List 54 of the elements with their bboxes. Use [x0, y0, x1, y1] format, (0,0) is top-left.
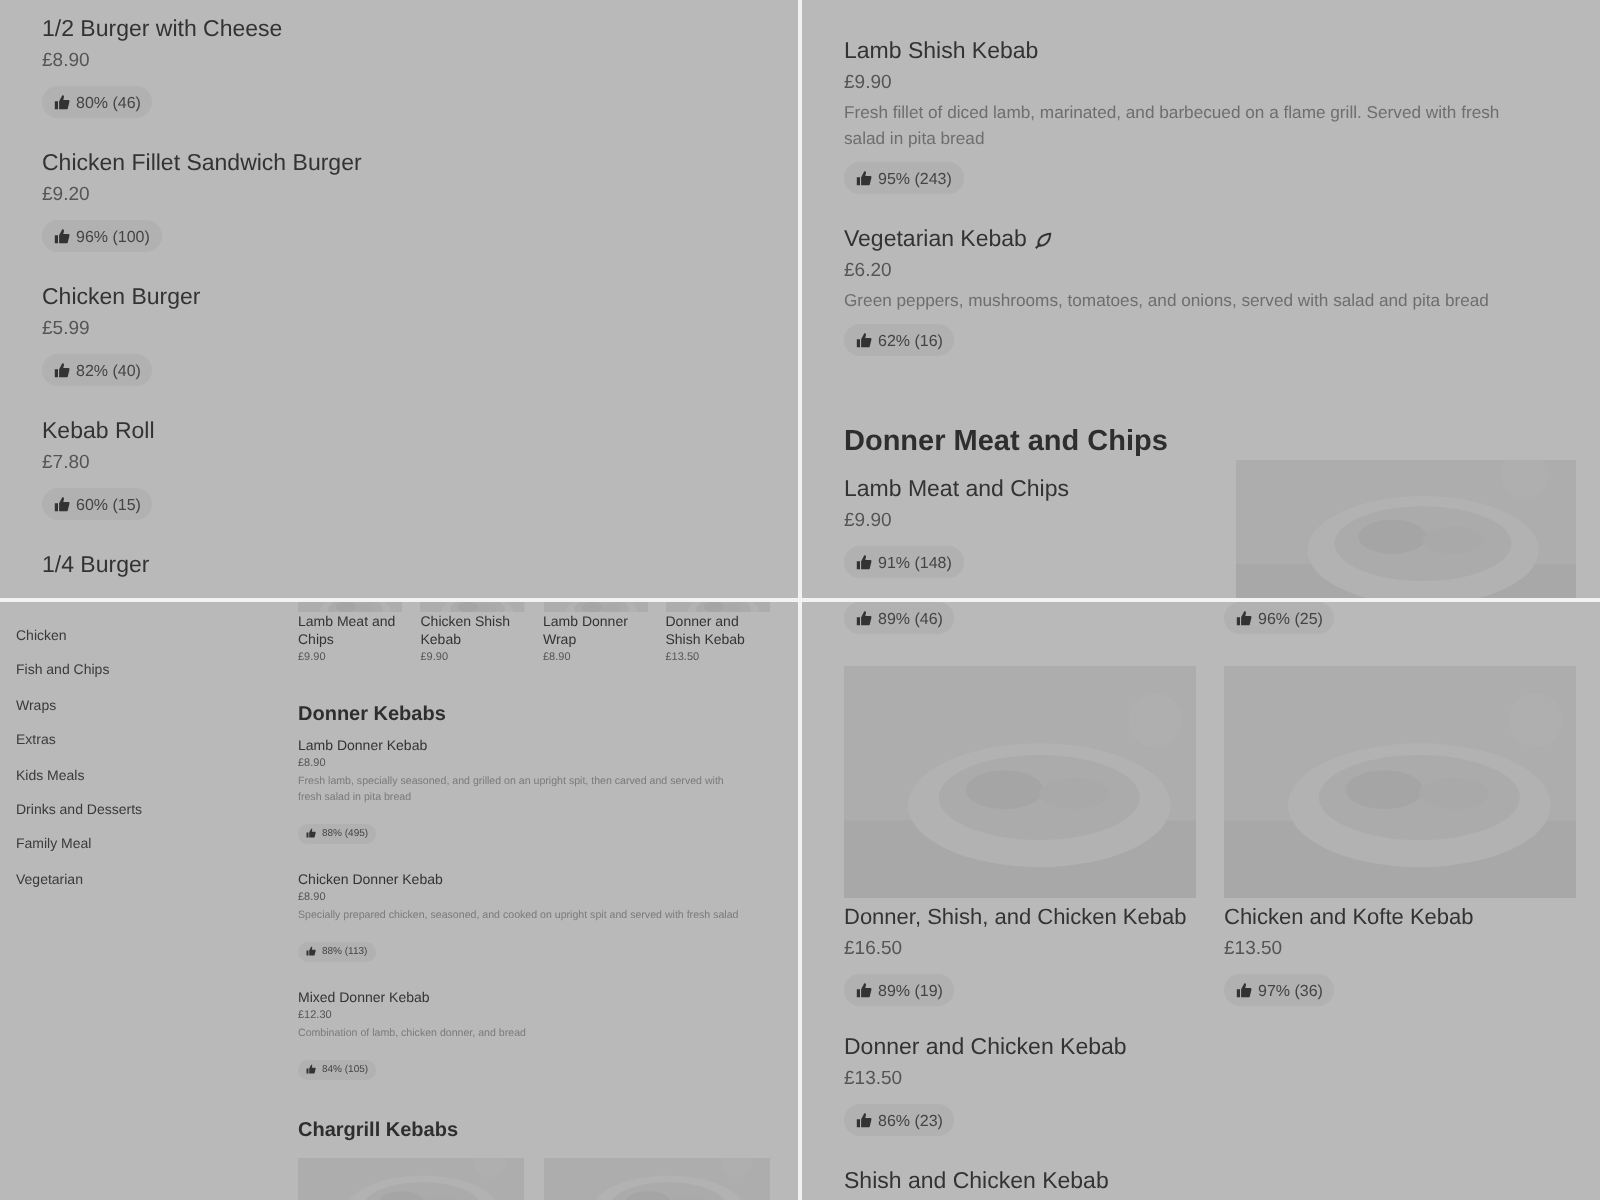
thumbs-up-icon: [54, 362, 70, 378]
item-price: £7.80: [42, 450, 90, 478]
thumbs-up-icon: [306, 946, 316, 956]
rating-badge: 89% (46): [844, 602, 955, 634]
item-description: Green peppers, mushrooms, tomatoes, and onions, served with salad and pita bread: [844, 288, 1491, 314]
item-price: £5.99: [42, 316, 90, 344]
item-price: £9.90: [844, 70, 892, 98]
item-price: £13.50: [1224, 936, 1283, 964]
item-name[interactable]: 1/4 Burger: [42, 550, 150, 582]
item-price: £9.90: [844, 508, 892, 536]
rating-badge: 86% (23): [844, 1104, 955, 1136]
thumbs-up-icon: [856, 170, 872, 186]
rating-badge: 97% (36): [1224, 974, 1335, 1006]
item-name[interactable]: Lamb Meat and Chips: [844, 474, 1070, 506]
rating-badge: 91% (148): [844, 546, 964, 578]
item-price: £13.50: [844, 1066, 903, 1094]
item-name[interactable]: 1/2 Burger with Cheese: [42, 14, 283, 46]
thumbs-up-icon: [54, 228, 70, 244]
rating-badge: 89% (19): [844, 974, 955, 1006]
item-name[interactable]: Lamb Shish Kebab: [844, 36, 1039, 68]
item-price: £6.20: [844, 258, 892, 286]
rating-badge: 96% (25): [1224, 602, 1335, 634]
item-name[interactable]: Donner and Chicken Kebab: [844, 1032, 1127, 1064]
thumbs-up-icon: [54, 496, 70, 512]
rating-badge: 82% (40): [42, 354, 153, 386]
thumbs-up-icon: [306, 828, 316, 838]
thumbs-up-icon: [54, 94, 70, 110]
thumbs-up-icon: [856, 554, 872, 570]
rating-badge: 95% (243): [844, 162, 964, 194]
rating-badge: 60% (15): [42, 488, 153, 520]
thumbs-up-icon: [856, 1112, 872, 1128]
section-heading: Chargrill Kebabs: [298, 1118, 461, 1146]
item-name[interactable]: Vegetarian Kebab: [844, 224, 1027, 256]
thumbs-up-icon: [856, 610, 872, 626]
item-name[interactable]: Chicken Burger: [42, 282, 201, 314]
thumbs-up-icon: [856, 332, 872, 348]
thumbs-up-icon: [856, 982, 872, 998]
item-name[interactable]: Kebab Roll: [42, 416, 155, 448]
item-name[interactable]: Donner, Shish, and Chicken Kebab: [844, 902, 1187, 934]
section-heading: Donner Meat and Chips: [844, 424, 1170, 462]
thumbs-up-icon: [1236, 610, 1252, 626]
rating-badge: 96% (100): [42, 220, 162, 252]
section-heading: Donner Kebabs: [298, 702, 448, 730]
item-price: £16.50: [844, 936, 903, 964]
item-description: Fresh fillet of diced lamb, marinated, and barbecued on a flame grill. Served with fresh salad in pita bread: [844, 100, 1502, 152]
item-name[interactable]: Shish and Chicken Kebab: [844, 1166, 1109, 1198]
thumbs-up-icon: [1236, 982, 1252, 998]
rating-badge: 62% (16): [844, 324, 955, 356]
item-price: £8.90: [42, 48, 90, 76]
item-name[interactable]: Chicken and Kofte Kebab: [1224, 902, 1474, 934]
item-price: £9.20: [42, 182, 90, 210]
item-name[interactable]: Chicken Fillet Sandwich Burger: [42, 148, 362, 180]
thumbs-up-icon: [306, 1064, 316, 1074]
rating-badge: 80% (46): [42, 86, 153, 118]
